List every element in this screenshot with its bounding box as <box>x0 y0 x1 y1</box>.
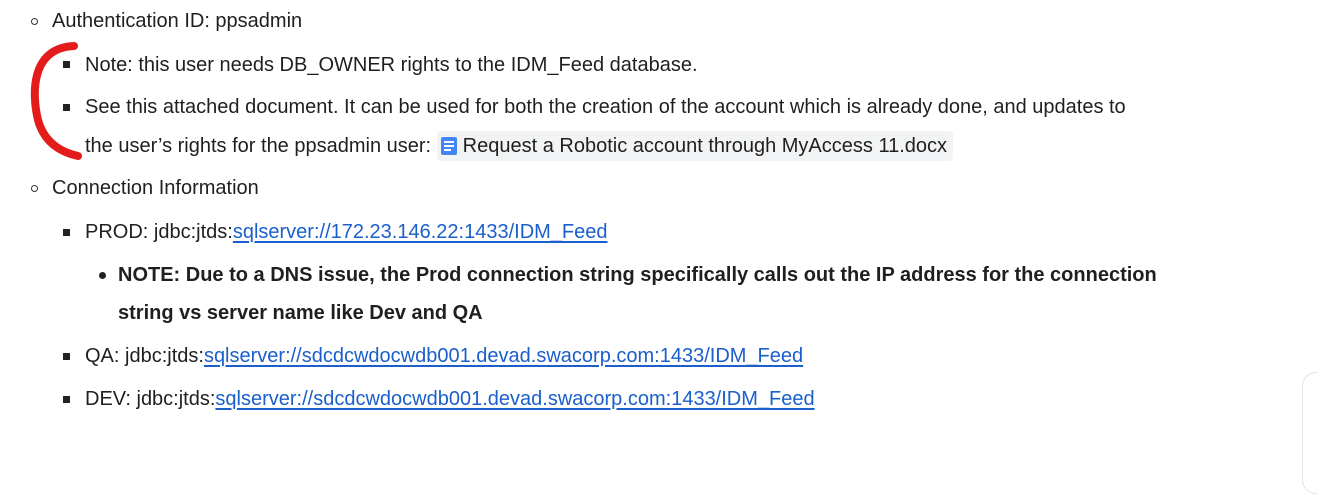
document-chip-label: Request a Robotic account through MyAcce… <box>462 135 948 157</box>
list-item-authentication-id: Authentication ID: ppsadmin <box>52 7 302 35</box>
qa-connection-link[interactable]: sqlserver://sdcdcwdocwdb001.devad.swacor… <box>204 345 803 367</box>
list-item-prod: PROD: jdbc:jtds:sqlserver://172.23.146.2… <box>85 218 608 246</box>
connection-information-text: Connection Information <box>52 177 259 199</box>
dev-prefix-text: DEV: jdbc:jtds: <box>85 388 216 410</box>
document-chip[interactable]: Request a Robotic account through MyAcce… <box>436 131 954 161</box>
prod-prefix-text: PROD: jdbc:jtds: <box>85 221 233 243</box>
square-bullet-icon <box>63 229 70 236</box>
circle-bullet-icon <box>31 18 38 25</box>
list-item-note: Note: this user needs DB_OWNER rights to… <box>85 51 698 79</box>
square-bullet-icon <box>63 104 70 111</box>
attached-document-text-line1: See this attached document. It can be us… <box>85 96 1126 118</box>
note-text: Note: this user needs DB_OWNER rights to… <box>85 54 698 76</box>
square-bullet-icon <box>63 353 70 360</box>
qa-prefix-text: QA: jdbc:jtds: <box>85 345 204 367</box>
dns-note-text-line2: string vs server name like Dev and QA <box>118 302 483 324</box>
circle-bullet-icon <box>31 185 38 192</box>
authentication-id-text: Authentication ID: ppsadmin <box>52 10 303 32</box>
disc-bullet-icon <box>99 272 106 279</box>
list-item-attached-document-line1: See this attached document. It can be us… <box>85 93 1126 121</box>
google-docs-icon <box>440 137 457 155</box>
prod-connection-link[interactable]: sqlserver://172.23.146.22:1433/IDM_Feed <box>233 221 608 243</box>
list-item-dns-note-line2: string vs server name like Dev and QA <box>118 299 483 327</box>
list-item-dns-note-line1: NOTE: Due to a DNS issue, the Prod conne… <box>118 261 1157 289</box>
list-item-attached-document-line2: the user’s rights for the ppsadmin user:… <box>85 131 954 161</box>
dns-note-text-line1: NOTE: Due to a DNS issue, the Prod conne… <box>118 264 1157 286</box>
list-item-dev: DEV: jdbc:jtds:sqlserver://sdcdcwdocwdb0… <box>85 385 815 413</box>
attached-document-text-line2: the user’s rights for the ppsadmin user: <box>85 135 432 157</box>
square-bullet-icon <box>63 396 70 403</box>
square-bullet-icon <box>63 61 70 68</box>
dev-connection-link[interactable]: sqlserver://sdcdcwdocwdb001.devad.swacor… <box>215 388 814 410</box>
list-item-qa: QA: jdbc:jtds:sqlserver://sdcdcwdocwdb00… <box>85 342 803 370</box>
side-panel-edge <box>1302 372 1317 494</box>
list-item-connection-information: Connection Information <box>52 174 259 202</box>
